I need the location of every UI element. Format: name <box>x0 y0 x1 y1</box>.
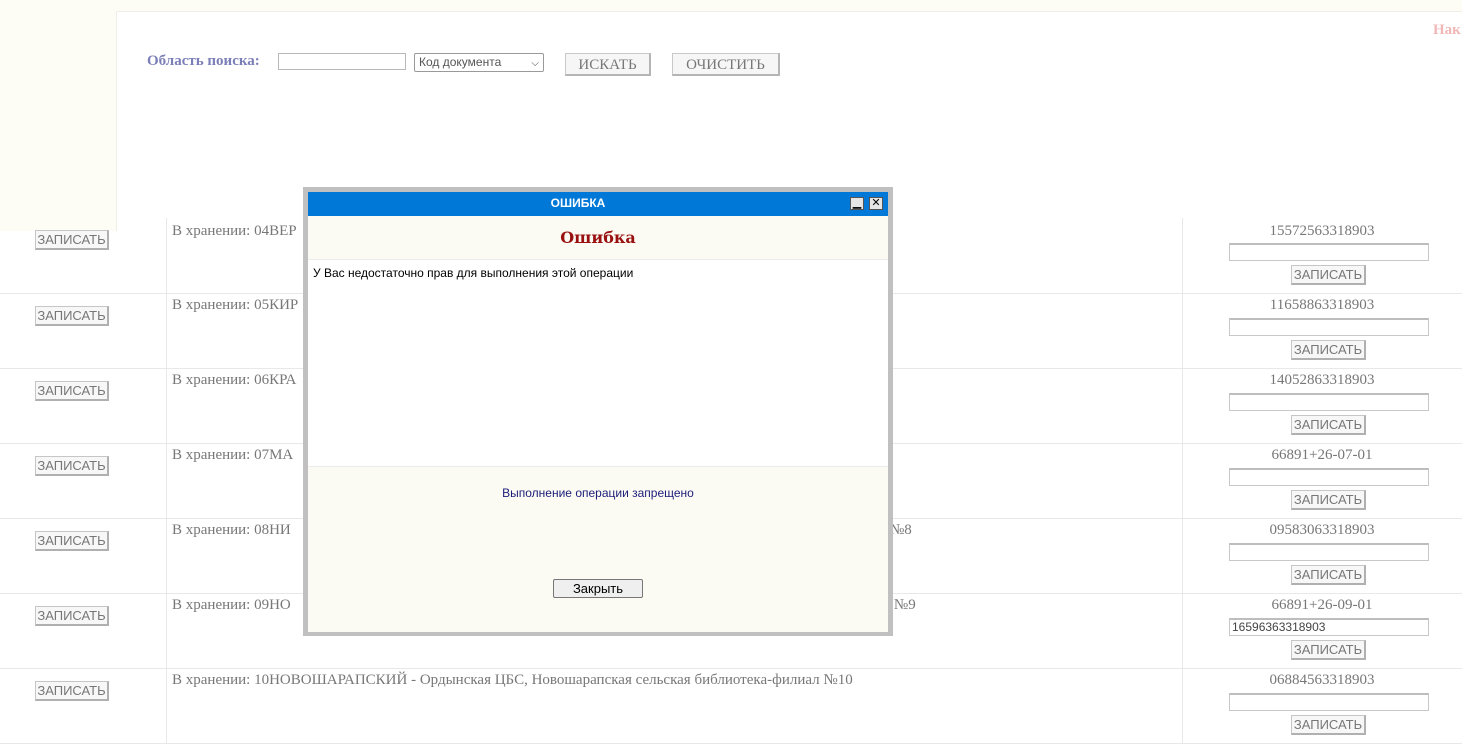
table-row: ЗАПИСАТЬ В хранении: 10НОВОШАРАПСКИЙ - О… <box>0 668 1462 744</box>
save-button-right[interactable]: ЗАПИСАТЬ <box>1291 565 1366 585</box>
search-field-select-value: Код документа <box>419 55 502 69</box>
error-dialog: ОШИБКА ▁ ✕ Ошибка У Вас недостаточно пра… <box>303 187 893 636</box>
row-left-cell <box>0 518 167 593</box>
save-button-right[interactable]: ЗАПИСАТЬ <box>1291 640 1366 660</box>
dialog-titlebar[interactable]: ОШИБКА ▁ ✕ <box>308 192 888 216</box>
close-button[interactable]: Закрыть <box>553 579 643 598</box>
barcode-text: 11658863318903 <box>1269 297 1375 313</box>
barcode-input[interactable] <box>1229 243 1429 261</box>
minimize-icon[interactable]: ▁ <box>850 197 864 210</box>
barcode-text: 15572563318903 <box>1269 223 1375 239</box>
save-button-left[interactable]: ЗАПИСАТЬ <box>35 531 109 551</box>
save-button-right[interactable]: ЗАПИСАТЬ <box>1291 715 1366 735</box>
chevron-down-icon: ⌵ <box>531 58 539 69</box>
barcode-text: 14052863318903 <box>1269 372 1375 388</box>
storage-text: В хранении: 05КИР <box>172 297 299 313</box>
error-dialog-body: ОШИБКА ▁ ✕ Ошибка У Вас недостаточно пра… <box>308 192 888 632</box>
search-input[interactable] <box>278 53 406 70</box>
save-button-left[interactable]: ЗАПИСАТЬ <box>35 306 109 326</box>
save-button-left[interactable]: ЗАПИСАТЬ <box>35 606 109 626</box>
save-button-left[interactable]: ЗАПИСАТЬ <box>35 230 109 250</box>
panel-divider-top <box>116 11 1462 12</box>
save-button-right[interactable]: ЗАПИСАТЬ <box>1291 415 1366 435</box>
panel-divider <box>116 11 117 231</box>
barcode-text: 09583063318903 <box>1269 522 1375 538</box>
clear-button[interactable]: ОЧИСТИТЬ <box>672 53 780 76</box>
dialog-heading: Ошибка <box>560 228 636 247</box>
dialog-message: У Вас недостаточно прав для выполнения э… <box>313 266 634 280</box>
save-button-right[interactable]: ЗАПИСАТЬ <box>1291 265 1366 285</box>
save-button-right[interactable]: ЗАПИСАТЬ <box>1291 490 1366 510</box>
row-left-cell <box>0 443 167 518</box>
close-icon[interactable]: ✕ <box>869 197 883 210</box>
barcode-input[interactable] <box>1229 318 1429 336</box>
save-button-right[interactable]: ЗАПИСАТЬ <box>1291 340 1366 360</box>
storage-text: В хранении: 09НО <box>172 597 291 613</box>
find-button[interactable]: ИСКАТЬ <box>565 53 651 76</box>
search-area-label: Область поиска: <box>147 53 260 69</box>
dialog-message-area: У Вас недостаточно прав для выполнения э… <box>308 259 888 467</box>
barcode-text: 06884563318903 <box>1269 672 1375 688</box>
storage-text: В хранении: 08НИ <box>172 522 291 538</box>
search-field-select[interactable]: Код документа ⌵ <box>414 53 544 72</box>
barcode-input[interactable] <box>1229 393 1429 411</box>
dialog-status: Выполнение операции запрещено <box>502 486 694 500</box>
barcode-input[interactable] <box>1229 543 1429 561</box>
save-button-left[interactable]: ЗАПИСАТЬ <box>35 681 109 701</box>
barcode-input[interactable] <box>1229 468 1429 486</box>
top-right-link[interactable]: Нак <box>1433 22 1461 39</box>
storage-text: В хранении: 10НОВОШАРАПСКИЙ - Ордынская … <box>172 672 853 688</box>
barcode-input[interactable]: 16596363318903 <box>1229 618 1429 636</box>
row-left-cell <box>0 668 167 743</box>
storage-text-tail: №8 <box>890 522 912 538</box>
barcode-input[interactable] <box>1229 693 1429 711</box>
save-button-left[interactable]: ЗАПИСАТЬ <box>35 456 109 476</box>
barcode-text: 66891+26-07-01 <box>1271 447 1373 463</box>
storage-text: В хранении: 04ВЕР <box>172 223 297 239</box>
barcode-text: 66891+26-09-01 <box>1271 597 1373 613</box>
row-left-cell <box>0 593 167 668</box>
save-button-left[interactable]: ЗАПИСАТЬ <box>35 381 109 401</box>
row-left-cell <box>0 368 167 443</box>
dialog-title: ОШИБКА <box>550 196 606 210</box>
storage-text: В хранении: 06КРА <box>172 372 297 388</box>
row-left-cell <box>0 293 167 368</box>
storage-text: В хранении: 07МА <box>172 447 294 463</box>
